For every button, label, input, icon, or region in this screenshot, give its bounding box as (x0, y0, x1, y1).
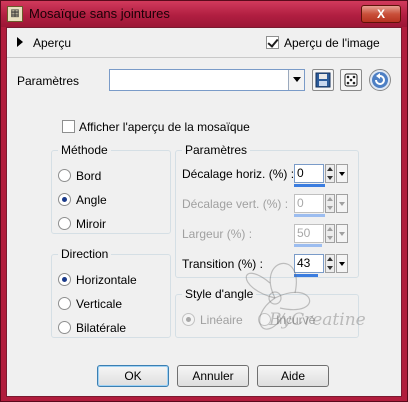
help-button[interactable]: Aide (257, 365, 329, 387)
style-angle-group-title: Style d'angle (182, 287, 257, 301)
parametres-group-title: Paramètres (182, 143, 251, 157)
direction-label-verticale: Verticale (76, 297, 123, 311)
methode-label-bord: Bord (76, 169, 102, 183)
save-preset-button[interactable] (312, 69, 334, 91)
decalage-horiz-input[interactable]: 0 (294, 164, 324, 183)
reset-arrow-icon (372, 72, 388, 88)
reset-preset-button[interactable] (369, 69, 391, 91)
chevron-down-icon[interactable] (336, 194, 348, 213)
title-bar[interactable]: ▦ Mosaïque sans jointures X (1, 1, 407, 27)
spin-up-down-icon[interactable] (325, 224, 335, 243)
preview-label: Aperçu (33, 36, 72, 50)
transition-slider-bar[interactable] (294, 274, 318, 277)
spin-up-down-icon[interactable] (325, 194, 335, 213)
methode-radio-miroir[interactable] (58, 217, 71, 230)
decalage-horiz-label: Décalage horiz. (%) : (182, 167, 295, 181)
transition-input[interactable]: 43 (294, 254, 324, 273)
largeur-input[interactable]: 50 (294, 224, 324, 243)
direction-label-bilaterale: Bilatérale (76, 321, 127, 335)
transition-label: Transition (%) : (182, 257, 263, 271)
preview-row: Aperçu Aperçu de l'image (7, 28, 401, 58)
style-angle-label-lineaire: Linéaire (200, 313, 243, 327)
dice-icon (344, 73, 358, 87)
methode-label-miroir: Miroir (76, 217, 106, 231)
close-button[interactable]: X (361, 5, 401, 23)
chevron-down-icon[interactable] (288, 70, 304, 90)
chevron-down-icon[interactable] (336, 164, 348, 183)
transition-spinner[interactable]: 43 (294, 254, 350, 277)
decalage-vert-input[interactable]: 0 (294, 194, 324, 213)
presets-label: Paramètres (17, 74, 80, 88)
spin-up-down-icon[interactable] (325, 164, 335, 183)
methode-group: Méthode Bord Angle Miroir (51, 143, 171, 234)
random-preset-button[interactable] (340, 69, 362, 91)
methode-radio-angle[interactable] (58, 193, 71, 206)
chevron-down-icon[interactable] (336, 224, 348, 243)
decalage-horiz-slider-bar[interactable] (294, 184, 325, 187)
cancel-button[interactable]: Annuler (177, 365, 249, 387)
dialog-client: Aperçu Aperçu de l'image Paramètres Affi… (6, 27, 402, 397)
chevron-down-icon[interactable] (336, 254, 348, 273)
preview-image-label: Aperçu de l'image (284, 36, 380, 50)
direction-radio-verticale[interactable] (58, 297, 71, 310)
style-angle-radio-lineaire[interactable] (182, 313, 195, 326)
decalage-vert-slider-bar[interactable] (294, 214, 325, 217)
dialog-window: ▦ Mosaïque sans jointures X Aperçu Aperç… (0, 0, 408, 402)
largeur-label: Largeur (%) : (182, 227, 253, 241)
expand-triangle-icon[interactable] (17, 37, 23, 47)
methode-label-angle: Angle (76, 193, 107, 207)
preview-image-checkbox[interactable] (266, 36, 279, 49)
direction-group-title: Direction (58, 247, 112, 261)
show-mosaic-preview-checkbox[interactable] (62, 120, 75, 133)
methode-group-title: Méthode (58, 143, 111, 157)
decalage-vert-label: Décalage vert. (%) : (182, 197, 289, 211)
window-title: Mosaïque sans jointures (29, 6, 170, 21)
show-mosaic-preview-label: Afficher l'aperçu de la mosaïque (79, 120, 250, 134)
direction-radio-horizontale[interactable] (58, 273, 71, 286)
decalage-horiz-spinner[interactable]: 0 (294, 164, 350, 187)
spin-up-down-icon[interactable] (325, 254, 335, 273)
parametres-group: Paramètres Décalage horiz. (%) : 0 Décal… (175, 143, 359, 278)
direction-radio-bilaterale[interactable] (58, 321, 71, 334)
ok-button[interactable]: OK (97, 365, 169, 387)
floppy-disk-icon (315, 72, 331, 88)
direction-group: Direction Horizontale Verticale Bilatéra… (51, 247, 171, 338)
direction-label-horizontale: Horizontale (76, 273, 137, 287)
app-icon: ▦ (7, 6, 23, 22)
methode-radio-bord[interactable] (58, 169, 71, 182)
largeur-slider-bar[interactable] (294, 244, 322, 247)
largeur-spinner[interactable]: 50 (294, 224, 350, 247)
presets-combo[interactable] (109, 69, 305, 91)
decalage-vert-spinner[interactable]: 0 (294, 194, 350, 217)
watermark-text: ByCreatine (269, 310, 366, 330)
